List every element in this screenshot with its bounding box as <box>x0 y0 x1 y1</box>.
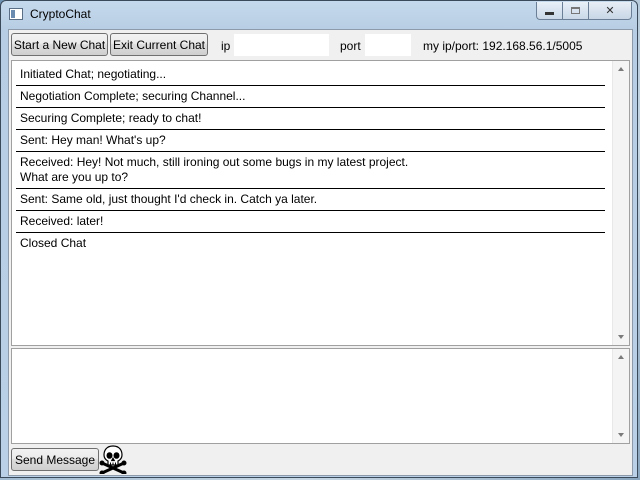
chat-log-scrollbar[interactable] <box>612 61 629 345</box>
chat-message-line: Received: later! <box>20 214 104 228</box>
chat-message: Negotiation Complete; securing Channel..… <box>16 86 605 108</box>
port-input[interactable] <box>364 33 412 57</box>
send-message-button[interactable]: Send Message <box>11 448 99 471</box>
chat-message-line: Sent: Hey man! What's up? <box>20 133 166 147</box>
skull-crossbones-icon <box>99 445 127 474</box>
app-icon <box>9 8 23 20</box>
close-button[interactable]: ✕ <box>588 2 632 20</box>
chat-message-line: Initiated Chat; negotiating... <box>20 67 167 81</box>
scroll-down-icon <box>618 335 624 339</box>
chat-message: Closed Chat <box>16 233 605 254</box>
chat-log-messages: Initiated Chat; negotiating... Negotiatio… <box>16 64 605 254</box>
chat-message-line: Sent: Same old, just thought I'd check i… <box>20 192 318 206</box>
composer-scrollbar[interactable] <box>612 349 629 443</box>
caption-buttons: ✕ <box>536 2 632 21</box>
chat-message-line: What are you up to? <box>20 170 129 184</box>
chat-message: Received: later! <box>16 211 605 233</box>
chat-message-line: Securing Complete; ready to chat! <box>20 111 202 125</box>
chat-message: Received: Hey! Not much, still ironing o… <box>16 152 605 189</box>
message-composer[interactable] <box>11 348 630 444</box>
exit-current-chat-button[interactable]: Exit Current Chat <box>110 33 208 56</box>
chat-message: Initiated Chat; negotiating... <box>16 64 605 86</box>
window-title: CryptoChat <box>30 7 91 21</box>
chat-message: Sent: Same old, just thought I'd check i… <box>16 189 605 211</box>
chat-log[interactable]: Initiated Chat; negotiating... Negotiatio… <box>11 60 630 346</box>
maximize-icon <box>571 7 580 14</box>
start-new-chat-button[interactable]: Start a New Chat <box>11 33 108 56</box>
scroll-down-icon <box>618 433 624 437</box>
chat-message: Securing Complete; ready to chat! <box>16 108 605 130</box>
composer-scroll-down-button[interactable] <box>613 427 629 443</box>
minimize-button[interactable] <box>536 2 562 20</box>
minimize-icon <box>545 11 554 15</box>
client-area: Start a New Chat Exit Current Chat ip po… <box>8 29 633 476</box>
connection-toolbar: Start a New Chat Exit Current Chat ip po… <box>9 30 632 62</box>
port-label: port <box>340 39 361 53</box>
composer-scroll-up-button[interactable] <box>613 349 629 365</box>
chat-message-line: Closed Chat <box>20 236 87 250</box>
scroll-down-button[interactable] <box>613 329 629 345</box>
chat-message: Sent: Hey man! What's up? <box>16 130 605 152</box>
app-window: CryptoChat ✕ Start a New Chat Exit Curre… <box>0 0 638 478</box>
title-bar[interactable]: CryptoChat ✕ <box>1 1 637 27</box>
ip-label: ip <box>221 39 231 53</box>
ip-input[interactable] <box>233 33 330 57</box>
scroll-up-button[interactable] <box>613 61 629 77</box>
my-address-label: my ip/port: 192.168.56.1/5005 <box>423 39 583 53</box>
maximize-button[interactable] <box>562 2 588 20</box>
chat-message-line: Received: Hey! Not much, still ironing o… <box>20 155 409 169</box>
scroll-up-icon <box>618 355 624 359</box>
close-icon: ✕ <box>605 5 615 17</box>
scroll-up-icon <box>618 67 624 71</box>
chat-message-line: Negotiation Complete; securing Channel..… <box>20 89 246 103</box>
